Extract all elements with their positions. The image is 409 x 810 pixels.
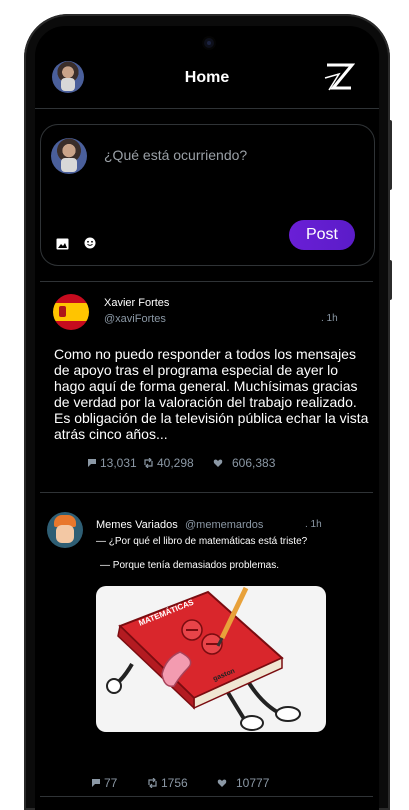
- emoji-icon[interactable]: [84, 237, 96, 249]
- reply-count-value: 13,031: [100, 456, 137, 470]
- divider: [40, 281, 373, 282]
- reply-count-value: 77: [104, 776, 118, 790]
- heart-icon: [217, 779, 227, 787]
- tweet-author-handle[interactable]: @xaviFortes: [104, 313, 166, 325]
- like-count-value: 10777: [236, 776, 270, 790]
- phone-side-button: [388, 120, 392, 190]
- top-bar: Home: [35, 26, 379, 109]
- retweet-icon: [144, 458, 153, 468]
- tweet-author-name[interactable]: Memes Variados: [96, 519, 178, 531]
- spain-flag-avatar[interactable]: [53, 294, 89, 330]
- sad-math-book-illustration: MATEMÁTICAS gaston: [106, 586, 301, 731]
- like-count[interactable]: 606,383: [213, 456, 275, 470]
- retweet-count[interactable]: 1756: [147, 776, 188, 790]
- post-button[interactable]: Post: [289, 220, 355, 250]
- divider: [40, 796, 373, 797]
- retweet-count-value: 40,298: [157, 456, 194, 470]
- app-screen: Home Post Xavier Fortes @xaviFortes . 1h…: [35, 26, 379, 810]
- tweet-card[interactable]: Memes Variados @mememardos . 1h — ¿Por q…: [35, 506, 379, 806]
- like-count[interactable]: 10777: [217, 776, 269, 790]
- tweet-text-line: — Porque tenía demasiados problemas.: [100, 560, 279, 571]
- phone-side-button: [388, 260, 392, 300]
- heart-icon: [213, 459, 223, 467]
- tweet-author-name[interactable]: Xavier Fortes: [104, 297, 169, 309]
- tweet-timestamp: . 1h: [321, 313, 338, 324]
- tweet-author-handle[interactable]: @mememardos: [185, 519, 263, 531]
- reply-count[interactable]: 77: [91, 776, 117, 790]
- retweet-count-value: 1756: [161, 776, 188, 790]
- tweet-image[interactable]: MATEMÁTICAS gaston: [96, 586, 326, 732]
- divider: [40, 492, 373, 493]
- composer-avatar: [51, 138, 87, 174]
- reply-icon: [92, 779, 100, 787]
- tweet-card[interactable]: Xavier Fortes @xaviFortes . 1h Como no p…: [35, 284, 379, 490]
- retweet-icon: [148, 778, 157, 788]
- like-count-value: 606,383: [232, 456, 276, 470]
- app-logo-icon[interactable]: [323, 62, 355, 92]
- image-icon[interactable]: [56, 238, 69, 250]
- compose-box: Post: [40, 124, 375, 266]
- compose-input[interactable]: [104, 147, 354, 163]
- reply-count[interactable]: 13,031: [87, 456, 137, 470]
- tweet-text: Como no puedo responder a todos los mens…: [54, 346, 369, 442]
- fry-avatar[interactable]: [47, 512, 83, 548]
- tweet-text-line: — ¿Por qué el libro de matemáticas está …: [96, 536, 308, 547]
- reply-icon: [88, 459, 96, 467]
- retweet-count[interactable]: 40,298: [143, 456, 194, 470]
- tweet-timestamp: . 1h: [305, 519, 322, 530]
